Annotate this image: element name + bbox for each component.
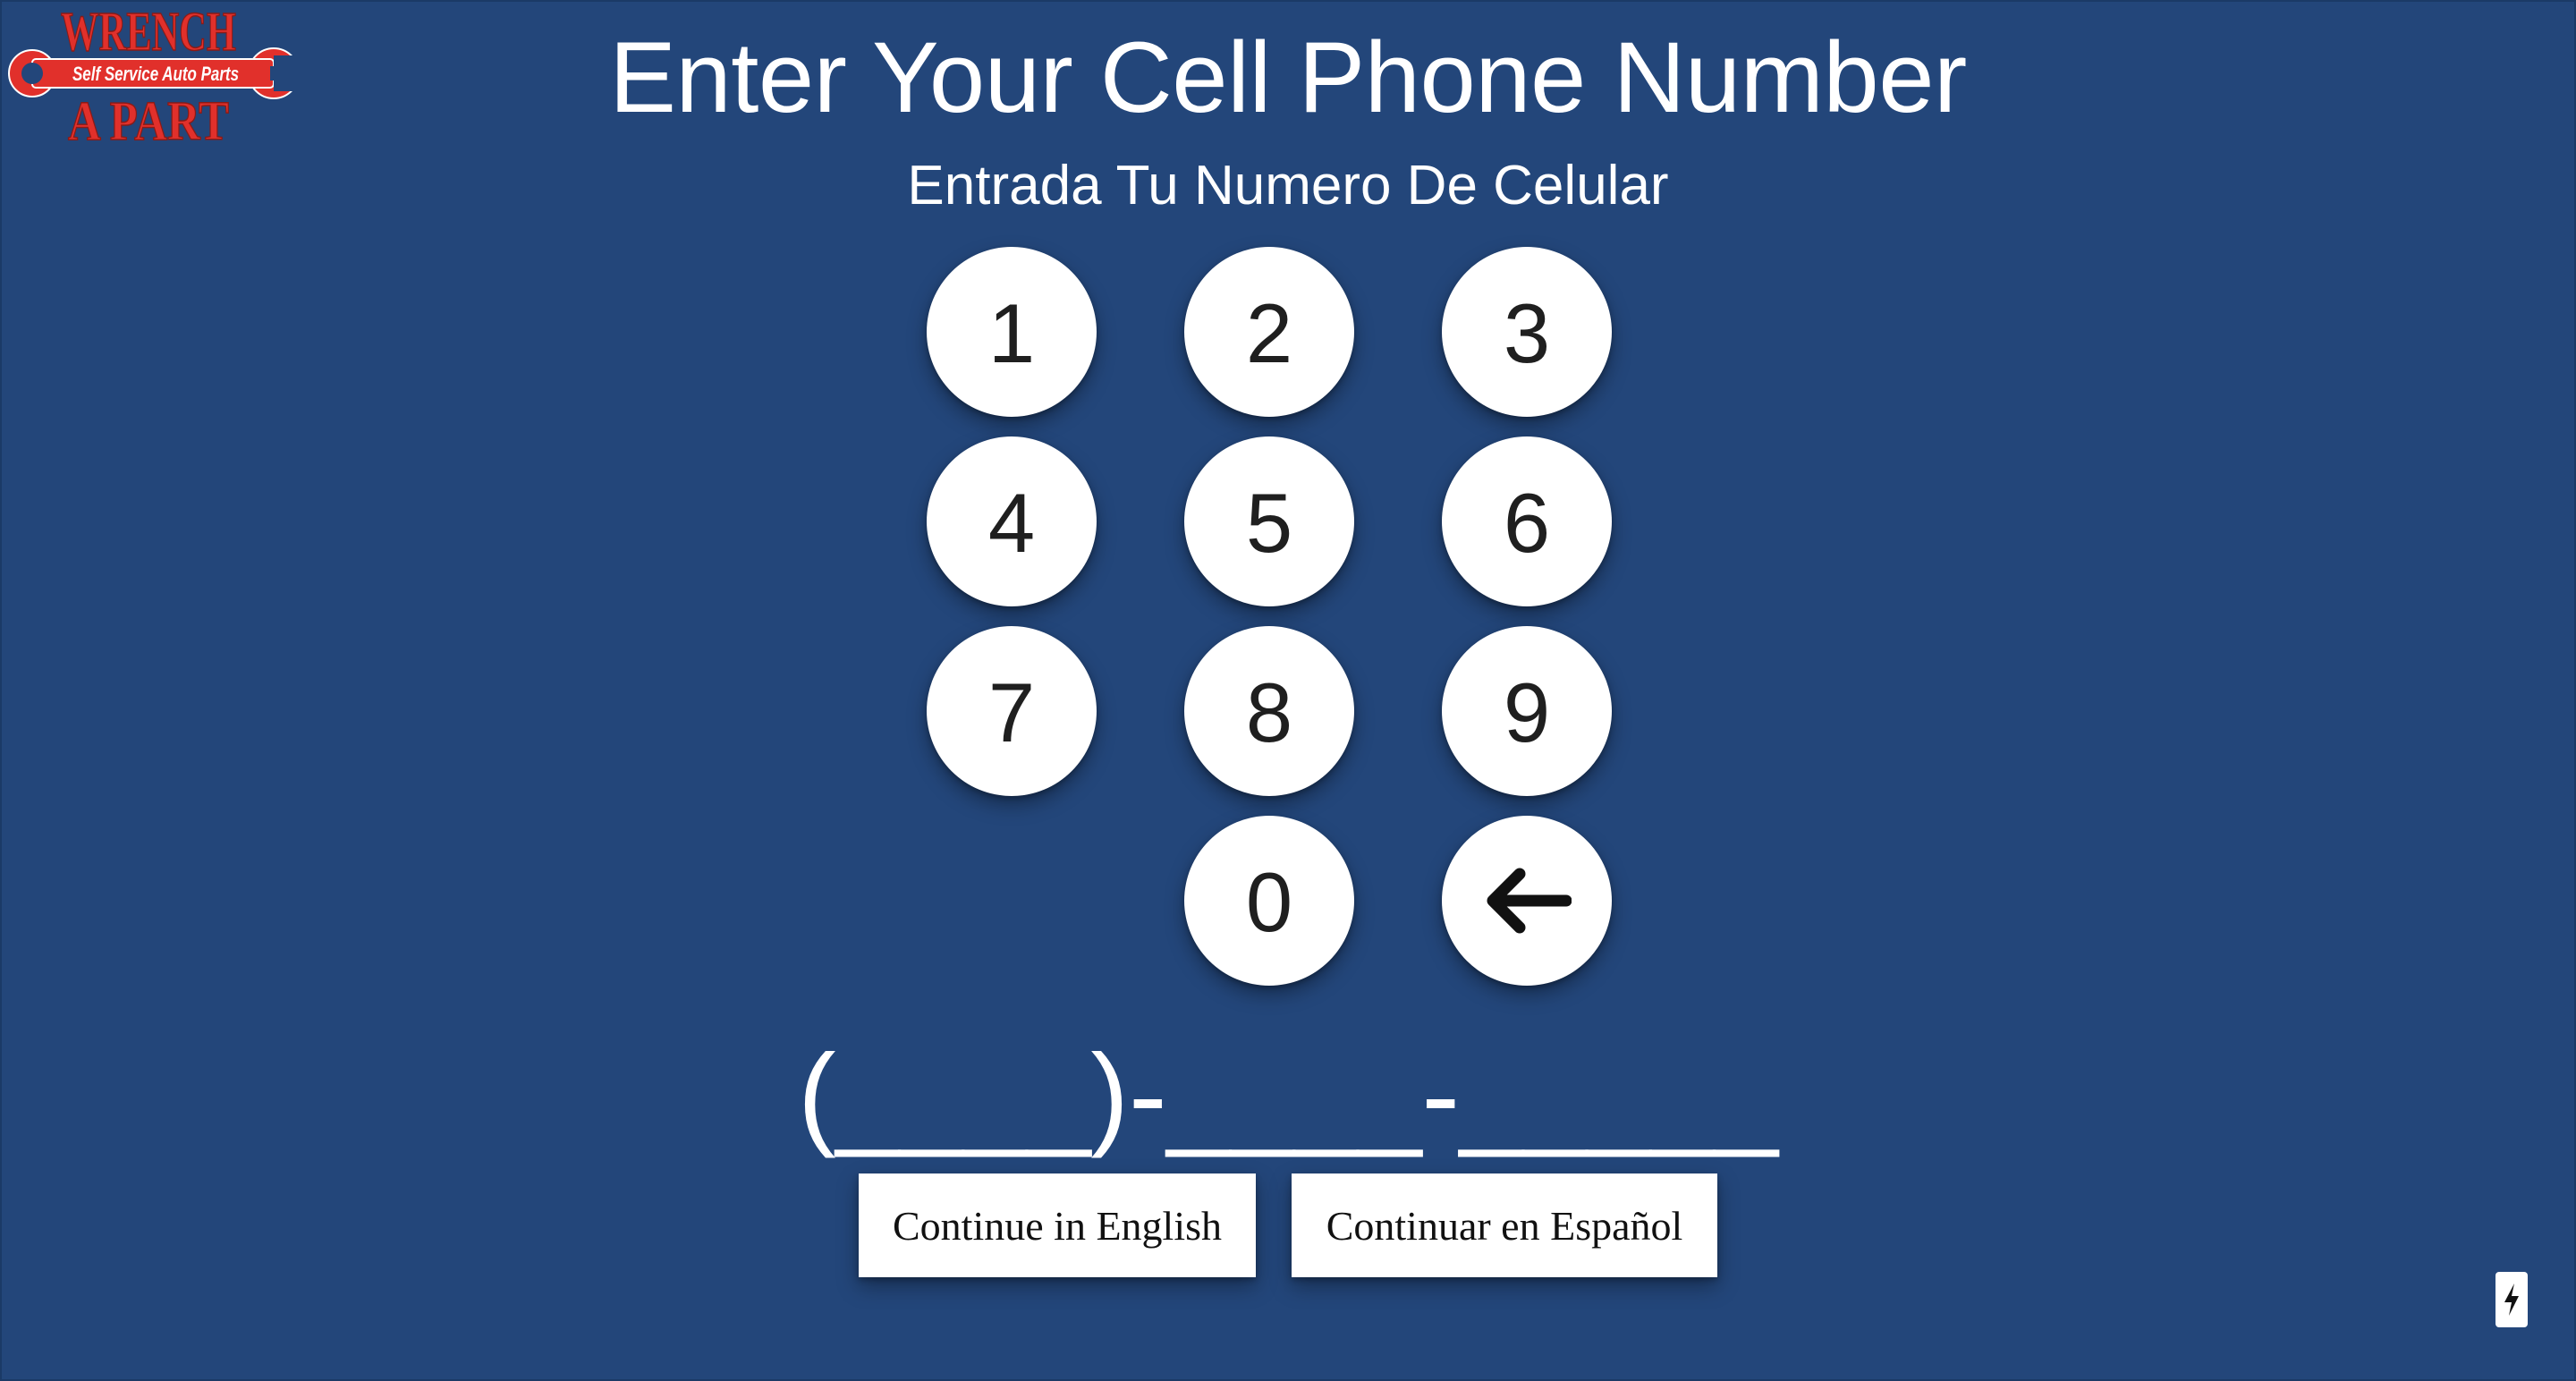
continue-spanish-button[interactable]: Continuar en Español xyxy=(1292,1173,1717,1277)
key-0-label: 0 xyxy=(1245,855,1293,949)
page-subtitle: Entrada Tu Numero De Celular xyxy=(907,155,1669,216)
key-3[interactable]: 3 xyxy=(1442,247,1612,417)
key-7[interactable]: 7 xyxy=(927,626,1097,796)
arrow-left-icon xyxy=(1487,868,1572,934)
key-8[interactable]: 8 xyxy=(1184,626,1354,796)
lightning-bolt-icon xyxy=(2504,1284,2519,1316)
page-title: Enter Your Cell Phone Number xyxy=(609,21,1967,133)
key-6[interactable]: 6 xyxy=(1442,436,1612,606)
key-2-label: 2 xyxy=(1245,286,1293,380)
key-0[interactable]: 0 xyxy=(1184,816,1354,986)
continue-english-button[interactable]: Continue in English xyxy=(859,1173,1256,1277)
key-4-label: 4 xyxy=(987,476,1036,570)
key-8-label: 8 xyxy=(1245,665,1293,759)
phone-number-display: (____)-____-_____ xyxy=(798,1031,1778,1159)
key-7-label: 7 xyxy=(987,665,1036,759)
key-4[interactable]: 4 xyxy=(927,436,1097,606)
key-1-label: 1 xyxy=(987,286,1036,380)
key-5-label: 5 xyxy=(1245,476,1293,570)
key-9[interactable]: 9 xyxy=(1442,626,1612,796)
key-6-label: 6 xyxy=(1503,476,1551,570)
key-2[interactable]: 2 xyxy=(1184,247,1354,417)
backspace-button[interactable] xyxy=(1442,816,1612,986)
key-5[interactable]: 5 xyxy=(1184,436,1354,606)
lightning-bolt-button[interactable] xyxy=(2496,1272,2528,1327)
key-3-label: 3 xyxy=(1503,286,1551,380)
key-1[interactable]: 1 xyxy=(927,247,1097,417)
key-9-label: 9 xyxy=(1503,665,1551,759)
